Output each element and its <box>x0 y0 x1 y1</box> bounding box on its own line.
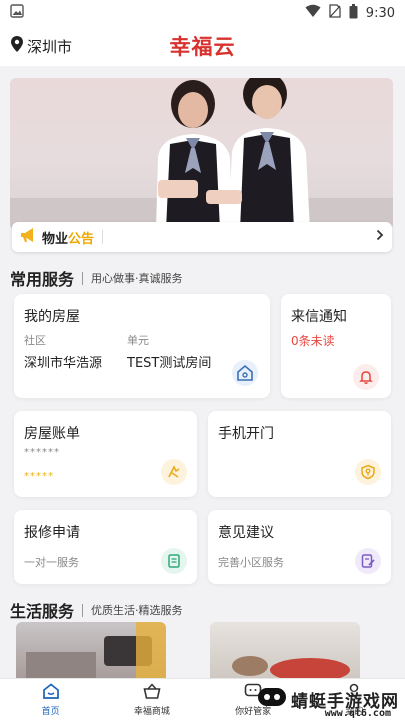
section-title: 生活服务 <box>10 602 75 621</box>
tab-mall[interactable]: 幸福商城 <box>101 679 202 720</box>
masked-balance: ***** <box>24 471 54 482</box>
status-bar: 9:30 <box>0 0 405 26</box>
section-subtitle: 用心做事·真诚服务 <box>91 272 183 285</box>
brand-logo: 幸福云 <box>169 34 236 59</box>
bill-icon <box>161 459 187 485</box>
divider <box>102 230 104 244</box>
section-title: 常用服务 <box>10 270 75 289</box>
card-subtitle: 完善小区服务 <box>218 556 284 569</box>
card-title: 报修申请 <box>24 525 80 541</box>
divider <box>82 603 84 617</box>
my-house-card[interactable]: 我的房屋 社区 单元 深圳市华浩源 TEST测试房间 <box>14 294 270 398</box>
unit-value: TEST测试房间 <box>127 356 212 371</box>
top-header: 深圳市 幸福云 <box>0 26 405 66</box>
card-title: 房屋账单 <box>24 426 80 442</box>
announcement-label-a: 物业 <box>42 231 69 247</box>
card-title: 来信通知 <box>291 309 347 325</box>
bell-icon <box>353 364 379 390</box>
banner-photo-illustration <box>10 78 393 230</box>
battery-icon <box>349 3 358 23</box>
mobile-door-card[interactable]: 手机开门 <box>208 411 391 497</box>
card-title: 我的房屋 <box>24 309 80 325</box>
edit-note-icon <box>355 548 381 574</box>
clipboard-icon <box>161 548 187 574</box>
unit-label: 单元 <box>127 334 149 347</box>
house-bill-card[interactable]: 房屋账单 ****** ***** <box>14 411 197 497</box>
location-selector[interactable]: 深圳市 <box>10 35 72 57</box>
section-subtitle: 优质生活·精选服务 <box>91 604 183 617</box>
tab-label: 首页 <box>41 706 60 717</box>
wifi-icon <box>305 4 321 22</box>
messages-card[interactable]: 来信通知 0条未读 <box>281 294 391 398</box>
card-title: 意见建议 <box>218 525 274 541</box>
common-services-heading: 常用服务 用心做事·真诚服务 <box>10 266 183 290</box>
shield-key-icon <box>355 459 381 485</box>
watermark-url: www.qt6.com <box>324 708 391 719</box>
life-service-image[interactable] <box>16 622 166 678</box>
card-subtitle: 一对一服务 <box>24 556 79 569</box>
megaphone-icon <box>20 227 38 247</box>
repair-request-card[interactable]: 报修申请 一对一服务 <box>14 510 197 584</box>
announcement-bar[interactable]: 物业 公告 <box>12 222 392 252</box>
location-pin-icon <box>10 35 24 57</box>
status-time: 9:30 <box>365 5 395 21</box>
community-value: 深圳市华浩源 <box>24 356 103 371</box>
unread-count: 0条未读 <box>291 334 335 348</box>
chevron-right-icon <box>376 229 384 245</box>
tab-home[interactable]: 首页 <box>0 679 101 720</box>
banner-image[interactable] <box>10 78 393 230</box>
masked-amount: ****** <box>24 447 60 458</box>
tab-label: 幸福商城 <box>133 706 170 717</box>
life-service-image[interactable] <box>210 622 360 678</box>
life-services-heading: 生活服务 优质生活·精选服务 <box>10 598 183 622</box>
house-icon <box>232 360 258 386</box>
gallery-notification-icon <box>10 4 24 22</box>
divider <box>82 271 84 285</box>
no-sim-icon <box>329 4 341 22</box>
site-watermark: 蜻蜓手游戏网 www.qt6.com <box>257 685 399 719</box>
watermark-logo-icon <box>257 685 287 713</box>
location-label: 深圳市 <box>27 37 73 56</box>
card-title: 手机开门 <box>218 426 274 442</box>
shopping-basket-icon <box>143 682 161 702</box>
feedback-card[interactable]: 意见建议 完善小区服务 <box>208 510 391 584</box>
home-icon <box>42 682 60 702</box>
community-label: 社区 <box>24 334 46 347</box>
announcement-label-b: 公告 <box>68 231 95 247</box>
